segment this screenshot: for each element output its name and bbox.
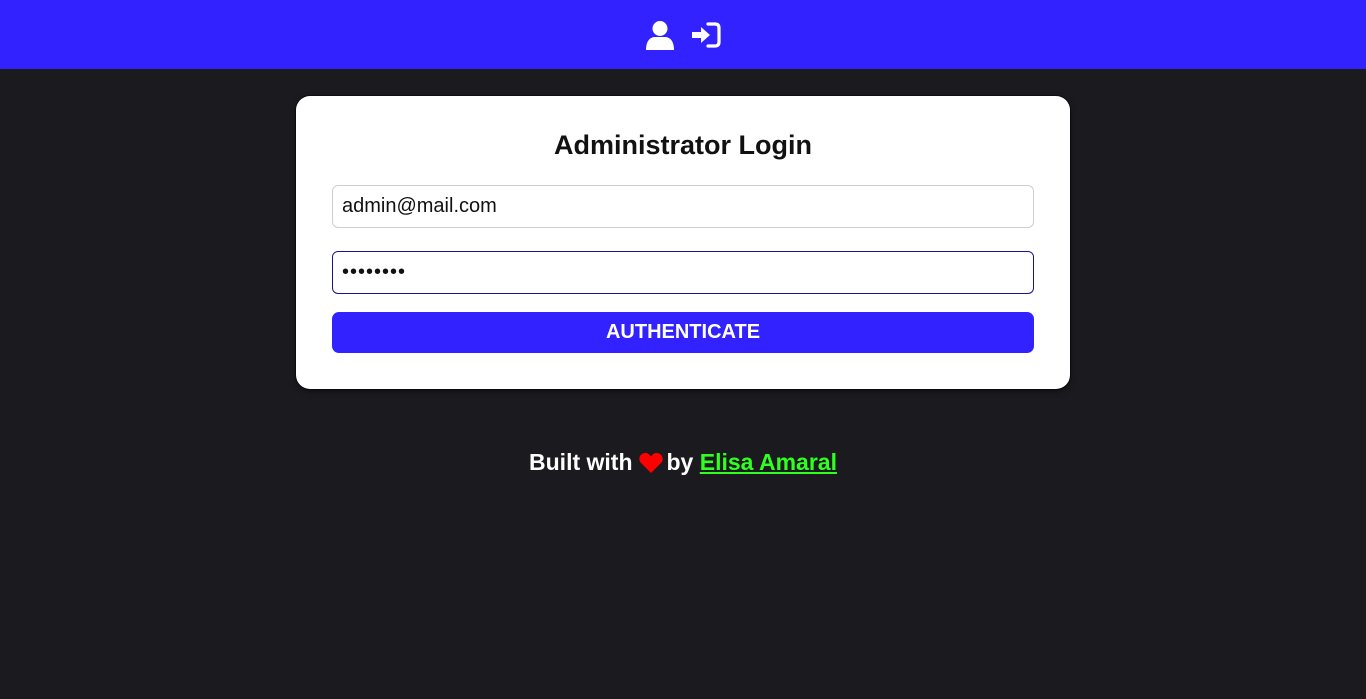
top-navbar — [0, 0, 1366, 69]
sign-in-icon[interactable] — [690, 19, 722, 51]
login-card: Administrator Login AUTHENTICATE — [296, 96, 1070, 389]
author-link[interactable]: Elisa Amaral — [700, 449, 837, 475]
email-field[interactable] — [332, 185, 1034, 228]
footer-by: by — [666, 449, 700, 475]
footer-credit: Built with by Elisa Amaral — [0, 449, 1366, 479]
password-field[interactable] — [332, 251, 1034, 294]
heart-icon — [638, 452, 663, 479]
login-title: Administrator Login — [554, 130, 812, 160]
footer-built-with: Built with — [529, 449, 633, 475]
authenticate-button[interactable]: AUTHENTICATE — [332, 312, 1034, 353]
user-icon[interactable] — [644, 19, 676, 51]
